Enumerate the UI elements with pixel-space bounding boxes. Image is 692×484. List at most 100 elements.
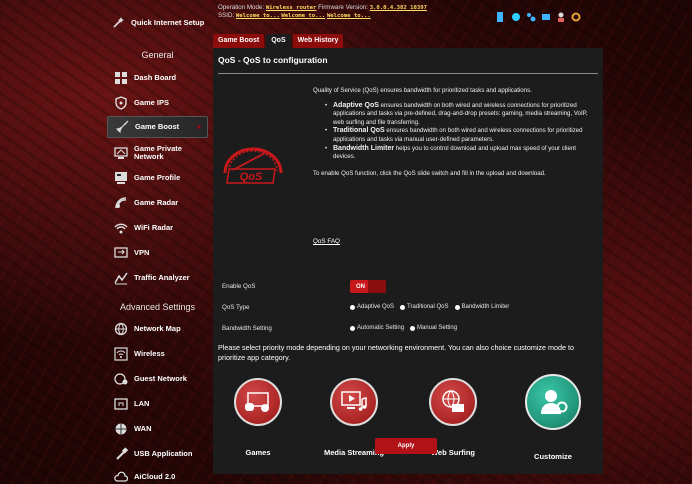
router-status-info: Operation Mode: Wireless router Firmware… xyxy=(218,4,427,20)
svg-text:QoS: QoS xyxy=(240,171,263,183)
radio-automatic-setting[interactable]: Automatic Setting xyxy=(350,325,404,331)
lan-icon xyxy=(113,397,128,412)
sidebar-item-label: LAN xyxy=(134,399,150,408)
firmware-link[interactable]: 3.0.0.4.382_10397 xyxy=(370,5,427,11)
sidebar-item-game-profile[interactable]: Game Profile xyxy=(107,167,208,189)
sidebar-item-wan[interactable]: WAN xyxy=(107,418,208,440)
bullet-term: Adaptive QoS xyxy=(333,101,379,109)
network-status-icon[interactable] xyxy=(511,9,521,21)
wizard-icon xyxy=(111,14,127,30)
tab-web-history[interactable]: Web History xyxy=(292,34,344,48)
radio-traditional-qos[interactable]: Traditional QoS xyxy=(400,304,449,310)
radio-label: Automatic Setting xyxy=(357,325,405,331)
sidebar-item-label: Network Map xyxy=(134,324,181,333)
sidebar-item-wireless[interactable]: Wireless xyxy=(107,343,208,365)
sidebar-item-label: WAN xyxy=(134,424,152,433)
mode-customize[interactable]: Customize xyxy=(508,374,598,461)
vpn-icon xyxy=(113,246,128,261)
sidebar-item-game-radar[interactable]: Game Radar xyxy=(107,192,208,214)
mode-games[interactable]: Games xyxy=(213,378,303,457)
general-heading: General xyxy=(141,50,174,60)
bandwidth-setting-label: Bandwidth Setting xyxy=(222,325,272,332)
sidebar-item-game-boost[interactable]: Game Boost » xyxy=(107,116,208,138)
customize-user-icon xyxy=(525,374,581,430)
globe-icon xyxy=(113,322,128,337)
radio-label: Traditional QoS xyxy=(407,304,449,310)
sidebar-item-game-ips[interactable]: Game IPS xyxy=(107,92,208,114)
sidebar-item-dashboard[interactable]: Dash Board xyxy=(107,67,208,89)
tab-game-boost[interactable]: Game Boost xyxy=(213,34,265,48)
operation-mode-label: Operation Mode: xyxy=(218,4,265,11)
status-icons xyxy=(496,9,581,22)
radio-adaptive-qos[interactable]: Adaptive QoS xyxy=(350,304,394,310)
enable-qos-toggle[interactable]: ON xyxy=(350,280,386,293)
bandwidth-setting-radio-group: Automatic Setting Manual Setting xyxy=(350,325,457,331)
sidebar-item-label: Dash Board xyxy=(134,73,177,82)
sidebar-item-label: WiFi Radar xyxy=(134,223,174,232)
apply-button[interactable]: Apply xyxy=(375,438,437,454)
wireless-icon xyxy=(113,347,128,362)
radio-manual-setting[interactable]: Manual Setting xyxy=(410,325,457,331)
sidebar-item-lan[interactable]: LAN xyxy=(107,393,208,415)
quick-internet-setup-link[interactable]: Quick Internet Setup xyxy=(107,8,208,36)
qos-speedometer-logo: QoS xyxy=(219,143,287,188)
usb-status-icon[interactable] xyxy=(541,9,551,20)
sidebar-item-aicloud[interactable]: AiCloud 2.0 xyxy=(107,466,208,484)
sidebar-item-game-private-network[interactable]: Game Private Network xyxy=(107,142,208,164)
bullet-term: Traditional QoS xyxy=(333,127,385,135)
radio-label: Bandwidth Limiter xyxy=(461,304,510,310)
list-item: Bandwidth Limiter helps you to control d… xyxy=(325,145,593,162)
radar-icon xyxy=(113,196,128,211)
radio-bandwidth-limiter[interactable]: Bandwidth Limiter xyxy=(454,304,510,310)
device-status-icon[interactable] xyxy=(496,9,506,22)
qos-type-radio-group: Adaptive QoS Traditional QoS Bandwidth L… xyxy=(350,304,509,310)
sidebar-item-label: AiCloud 2.0 xyxy=(134,472,176,481)
usb-icon xyxy=(113,447,128,462)
ssid-link[interactable]: Welcome to... xyxy=(281,13,325,19)
toggle-state: ON xyxy=(356,283,365,290)
dashboard-icon xyxy=(113,71,128,86)
sidebar-item-wifi-radar[interactable]: WiFi Radar xyxy=(107,217,208,239)
sidebar-item-label: Game IPS xyxy=(134,98,170,107)
sidebar-item-label: USB Application xyxy=(134,449,193,458)
wan-globe-icon xyxy=(113,422,128,437)
sidebar-item-network-map[interactable]: Network Map xyxy=(107,318,208,340)
radio-label: Manual Setting xyxy=(417,325,458,331)
sidebar-item-traffic-analyzer[interactable]: Traffic Analyzer xyxy=(107,267,208,289)
sidebar-item-label: Wireless xyxy=(134,349,165,358)
title-divider xyxy=(218,73,598,74)
ssid-label: SSID: xyxy=(218,12,235,19)
tab-qos[interactable]: QoS xyxy=(266,34,291,48)
rocket-icon xyxy=(114,120,129,135)
sidebar-item-label: Game Private Network xyxy=(134,144,182,161)
sidebar-item-label: Guest Network xyxy=(134,374,187,383)
sidebar-item-usb-application[interactable]: USB Application xyxy=(107,443,208,465)
ssid-link[interactable]: Welcome to... xyxy=(327,13,371,19)
guest-globe-icon xyxy=(113,372,128,387)
traffic-analyzer-icon xyxy=(113,271,128,286)
qos-intro: Quality of Service (QoS) ensures bandwid… xyxy=(313,87,532,94)
chevron-right-icon: » xyxy=(196,122,201,131)
settings-gear-icon[interactable] xyxy=(571,9,581,22)
qos-bullet-list: Adaptive QoS ensures bandwidth on both w… xyxy=(325,102,593,162)
clients-status-icon[interactable] xyxy=(526,9,536,22)
sidebar-item-guest-network[interactable]: Guest Network xyxy=(107,368,208,390)
sidebar-item-label: Game Profile xyxy=(134,173,181,182)
enable-qos-label: Enable QoS xyxy=(222,283,256,290)
gamepad-icon xyxy=(234,378,282,426)
mode-label: Web Surfing xyxy=(430,448,476,457)
ssid-link[interactable]: Welcome to... xyxy=(236,13,280,19)
bullet-term: Bandwidth Limiter xyxy=(333,144,395,152)
mode-label: Customize xyxy=(534,452,572,461)
operation-mode-link[interactable]: Wireless router xyxy=(266,5,317,11)
sidebar-item-vpn[interactable]: VPN xyxy=(107,242,208,264)
radio-label: Adaptive QoS xyxy=(357,304,395,310)
web-globe-icon xyxy=(429,378,477,426)
sidebar-item-label: VPN xyxy=(134,248,150,257)
qos-type-label: QoS Type xyxy=(222,304,250,311)
toggle-knob xyxy=(368,280,386,293)
qos-faq-link[interactable]: QoS FAQ xyxy=(313,238,340,245)
advanced-settings-heading: Advanced Settings xyxy=(119,302,196,312)
sidebar-item-label: Game Radar xyxy=(134,198,179,207)
account-status-icon[interactable] xyxy=(556,9,566,22)
